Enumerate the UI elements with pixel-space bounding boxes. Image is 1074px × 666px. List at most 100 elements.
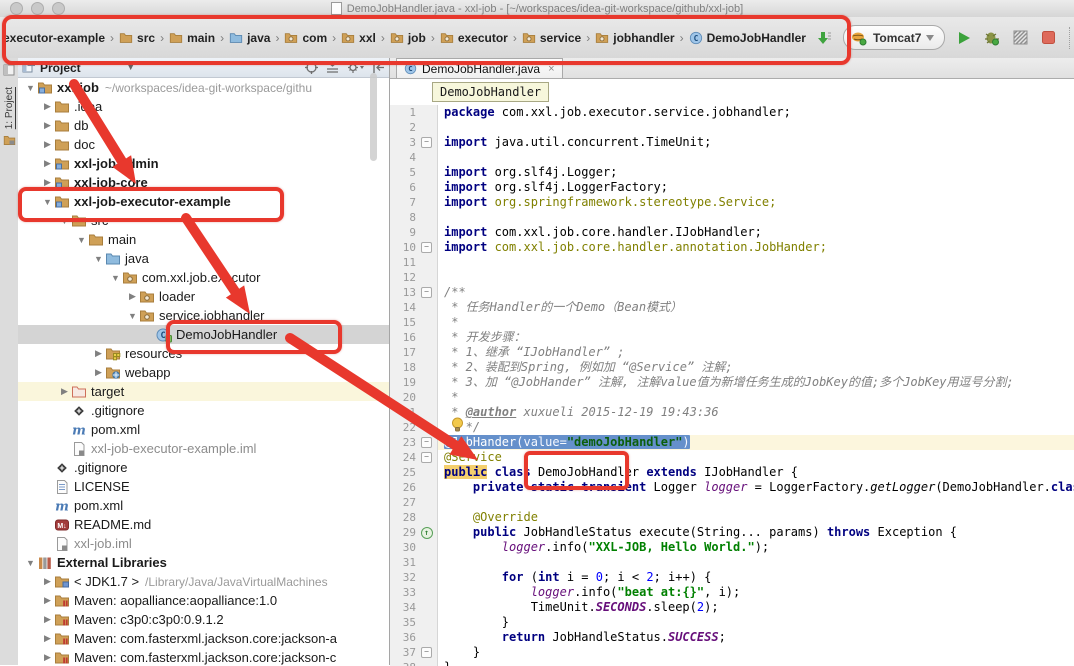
- code-line-17[interactable]: 17 * 1、继承 “IJobHandler” ;: [390, 345, 1074, 360]
- code-line-10[interactable]: 10−import com.xxl.job.core.handler.annot…: [390, 240, 1074, 255]
- tree-expand-icon[interactable]: ▶: [92, 348, 105, 359]
- tree-item-com.xxl.job.executor[interactable]: ▼com.xxl.job.executor: [18, 268, 389, 287]
- tree-expand-icon[interactable]: ▶: [41, 633, 54, 644]
- green-down-arrow-icon[interactable]: [815, 29, 833, 47]
- breadcrumb-item-executor-example[interactable]: executor-example: [2, 29, 106, 47]
- tab-demojobhandler[interactable]: C DemoJobHandler.java ×: [396, 58, 563, 78]
- fold-marker-icon[interactable]: −: [421, 287, 432, 298]
- code-line-32[interactable]: 32 for (int i = 0; i < 2; i++) {: [390, 570, 1074, 585]
- tree-item-demojobhandler[interactable]: CDemoJobHandler: [18, 325, 389, 344]
- tree-expand-icon[interactable]: ▶: [41, 101, 54, 112]
- fold-marker-icon[interactable]: −: [421, 647, 432, 658]
- tree-item-maven-com.fasterxml.jackson.core-jackson-a[interactable]: ▶Maven: com.fasterxml.jackson.core:jacks…: [18, 629, 389, 648]
- breadcrumb-item-java[interactable]: java: [228, 29, 271, 47]
- tree-item-readme.md[interactable]: M↓README.md: [18, 515, 389, 534]
- tree-item-target[interactable]: ▶target: [18, 382, 389, 401]
- tree-item-pom.xml[interactable]: mpom.xml: [18, 496, 389, 515]
- tree-item-doc[interactable]: ▶doc: [18, 135, 389, 154]
- tree-expand-icon[interactable]: ▶: [41, 652, 54, 663]
- code-line-26[interactable]: 26 private static transient Logger logge…: [390, 480, 1074, 495]
- tree-expand-icon[interactable]: ▶: [92, 367, 105, 378]
- code-editor[interactable]: 1package com.xxl.job.executor.service.jo…: [390, 79, 1074, 666]
- breadcrumb-item-main[interactable]: main: [168, 29, 216, 47]
- debug-button[interactable]: [983, 29, 1001, 47]
- code-line-37[interactable]: 37− }: [390, 645, 1074, 660]
- tree-item-src[interactable]: ▼src: [18, 211, 389, 230]
- code-line-1[interactable]: 1package com.xxl.job.executor.service.jo…: [390, 105, 1074, 120]
- code-line-12[interactable]: 12: [390, 270, 1074, 285]
- gear-icon[interactable]: [347, 61, 364, 74]
- tree-expand-icon[interactable]: ▼: [41, 197, 54, 207]
- code-line-33[interactable]: 33 logger.info("beat at:{}", i);: [390, 585, 1074, 600]
- tree-item-main[interactable]: ▼main: [18, 230, 389, 249]
- tree-expand-icon[interactable]: ▶: [41, 177, 54, 188]
- code-line-16[interactable]: 16 * 开发步骤：: [390, 330, 1074, 345]
- tree-expand-icon[interactable]: ▶: [41, 595, 54, 606]
- tree-item-.gitignore[interactable]: .gitignore: [18, 401, 389, 420]
- tree-item-.idea[interactable]: ▶.idea: [18, 97, 389, 116]
- tree-item-java[interactable]: ▼java: [18, 249, 389, 268]
- run-configuration-select[interactable]: Tomcat7: [843, 25, 945, 50]
- code-line-36[interactable]: 36 return JobHandleStatus.SUCCESS;: [390, 630, 1074, 645]
- tree-item-xxl-job[interactable]: ▼xxl-job~/workspaces/idea-git-workspace/…: [18, 78, 389, 97]
- code-line-29[interactable]: 29↑ public JobHandleStatus execute(Strin…: [390, 525, 1074, 540]
- tree-expand-icon[interactable]: ▶: [41, 120, 54, 131]
- code-line-24[interactable]: 24−@Service: [390, 450, 1074, 465]
- tree-expand-icon[interactable]: ▼: [126, 311, 139, 321]
- tree-item-.gitignore[interactable]: .gitignore: [18, 458, 389, 477]
- tree-item-xxl-job-executor-example[interactable]: ▼xxl-job-executor-example: [18, 192, 389, 211]
- code-line-19[interactable]: 19 * 3、加 “@JobHander” 注解, 注解value值为新增任务生…: [390, 375, 1074, 390]
- fold-marker-icon[interactable]: −: [421, 452, 432, 463]
- code-line-2[interactable]: 2: [390, 120, 1074, 135]
- locate-file-icon[interactable]: [305, 61, 318, 74]
- breadcrumb-item-executor[interactable]: executor: [439, 29, 509, 47]
- tree-expand-icon[interactable]: ▼: [24, 558, 37, 568]
- project-scrollbar[interactable]: [370, 73, 377, 161]
- code-line-22[interactable]: 22 */: [390, 420, 1074, 435]
- tree-expand-icon[interactable]: ▶: [41, 158, 54, 169]
- tree-expand-icon[interactable]: ▶: [58, 386, 71, 397]
- tree-item-xxl-job.iml[interactable]: xxl-job.iml: [18, 534, 389, 553]
- code-line-35[interactable]: 35 }: [390, 615, 1074, 630]
- breadcrumb-item-xxl[interactable]: xxl: [340, 29, 377, 47]
- coverage-button[interactable]: [1011, 29, 1029, 47]
- code-line-31[interactable]: 31: [390, 555, 1074, 570]
- tree-item-loader[interactable]: ▶loader: [18, 287, 389, 306]
- code-line-13[interactable]: 13−/**: [390, 285, 1074, 300]
- tree-item-license[interactable]: LICENSE: [18, 477, 389, 496]
- code-line-6[interactable]: 6import org.slf4j.LoggerFactory;: [390, 180, 1074, 195]
- code-line-21[interactable]: 21 * @author xuxueli 2015-12-19 19:43:36: [390, 405, 1074, 420]
- close-tab-icon[interactable]: ×: [548, 63, 554, 75]
- tree-item-xxl-job-core[interactable]: ▶xxl-job-core: [18, 173, 389, 192]
- code-line-14[interactable]: 14 * 任务Handler的一个Demo（Bean模式）: [390, 300, 1074, 315]
- code-line-18[interactable]: 18 * 2、装配到Spring, 例如加 “@Service” 注解;: [390, 360, 1074, 375]
- tree-item-maven-com.fasterxml.jackson.core-jackson-c[interactable]: ▶Maven: com.fasterxml.jackson.core:jacks…: [18, 648, 389, 665]
- tree-item-resources[interactable]: ▶resources: [18, 344, 389, 363]
- stop-button[interactable]: [1039, 29, 1057, 47]
- code-line-11[interactable]: 11: [390, 255, 1074, 270]
- breadcrumb-item-src[interactable]: src: [118, 29, 156, 47]
- breadcrumb-item-job[interactable]: job: [389, 29, 427, 47]
- code-line-25[interactable]: 25public class DemoJobHandler extends IJ…: [390, 465, 1074, 480]
- code-line-4[interactable]: 4: [390, 150, 1074, 165]
- code-line-27[interactable]: 27: [390, 495, 1074, 510]
- project-toolwindow-button[interactable]: 1: Project: [4, 87, 15, 129]
- code-line-5[interactable]: 5import org.slf4j.Logger;: [390, 165, 1074, 180]
- tree-expand-icon[interactable]: ▶: [41, 576, 54, 587]
- run-button[interactable]: [955, 29, 973, 47]
- code-line-23[interactable]: 23−@JobHander(value="demoJobHandler"): [390, 435, 1074, 450]
- tree-item-pom.xml[interactable]: mpom.xml: [18, 420, 389, 439]
- tree-item-webapp[interactable]: ▶webapp: [18, 363, 389, 382]
- tree-expand-icon[interactable]: ▼: [92, 254, 105, 264]
- collapse-all-icon[interactable]: [326, 61, 339, 74]
- tree-item--jdk1.7-[interactable]: ▶< JDK1.7 >/Library/Java/JavaVirtualMach…: [18, 572, 389, 591]
- tree-expand-icon[interactable]: ▶: [126, 291, 139, 302]
- code-line-38[interactable]: 38}: [390, 660, 1074, 666]
- code-line-3[interactable]: 3−import java.util.concurrent.TimeUnit;: [390, 135, 1074, 150]
- tree-expand-icon[interactable]: ▼: [109, 273, 122, 283]
- tree-item-service.jobhandler[interactable]: ▼service.jobhandler: [18, 306, 389, 325]
- tree-item-xxl-job-executor-example.iml[interactable]: xxl-job-executor-example.iml: [18, 439, 389, 458]
- fold-marker-icon[interactable]: −: [421, 137, 432, 148]
- tree-expand-icon[interactable]: ▼: [24, 83, 37, 93]
- tree-expand-icon[interactable]: ▶: [41, 614, 54, 625]
